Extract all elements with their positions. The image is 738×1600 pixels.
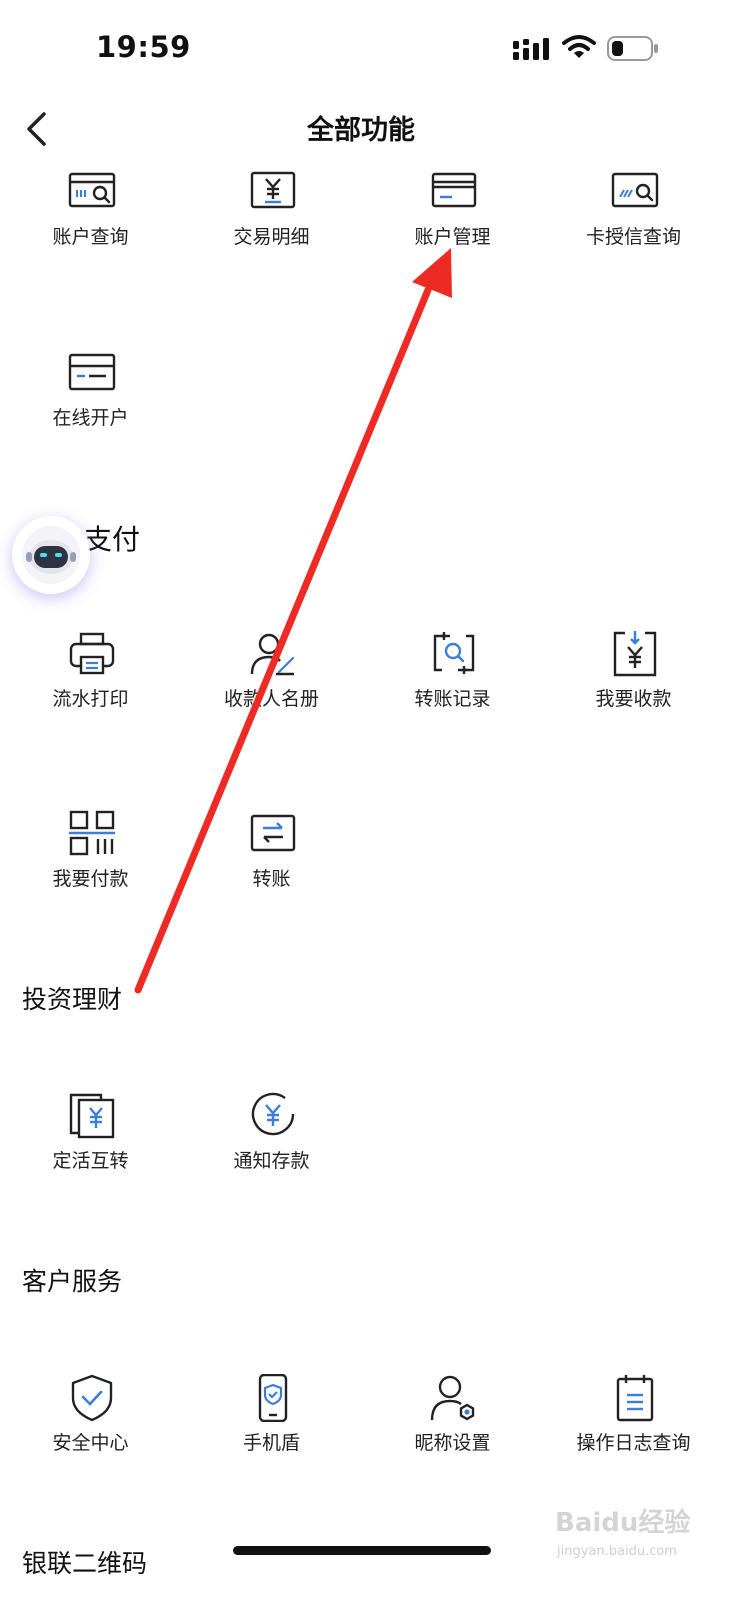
receive-money-icon (613, 631, 657, 677)
open-account-item[interactable]: 在线开户 (0, 349, 181, 459)
statement-print-item[interactable]: 流水打印 (0, 630, 181, 740)
nickname-settings-label: 昵称设置 (414, 1432, 491, 1454)
fixed-current-transfer-icon (69, 1093, 115, 1139)
page-title: 全部功能 (307, 115, 415, 146)
phone-shield-icon (258, 1374, 288, 1422)
card-credit-query-icon (611, 172, 659, 208)
transfer-record-item[interactable]: 转账记录 (362, 630, 543, 740)
security-center-label: 安全中心 (52, 1432, 129, 1454)
account-query-icon (68, 172, 116, 208)
section-title-invest: 投资理财 (22, 985, 123, 1014)
transfer-record-icon (433, 632, 475, 674)
watermark: Baidu经验 jingyan.baidu.com (555, 1500, 725, 1570)
payee-list-icon (250, 633, 295, 676)
section-title-unionpay: 银联二维码 (22, 1549, 148, 1578)
fixed-current-transfer-item[interactable]: 定活互转 (0, 1092, 181, 1202)
receive-money-label: 我要收款 (595, 688, 672, 710)
transfer-item[interactable]: 转账 (181, 810, 362, 920)
account-query-item[interactable]: 账户查询 (0, 168, 181, 278)
security-center-item[interactable]: 安全中心 (0, 1374, 181, 1484)
watermark-main: Baidu经验 (555, 1508, 691, 1538)
operation-log-label: 操作日志查询 (576, 1432, 691, 1454)
receive-money-item[interactable]: 我要收款 (543, 630, 724, 740)
nav-bar: 全部功能 (0, 96, 738, 160)
phone-shield-label: 手机盾 (242, 1432, 300, 1454)
transaction-detail-item[interactable]: 交易明细 (181, 168, 362, 278)
operation-log-item[interactable]: 操作日志查询 (543, 1374, 724, 1484)
card-credit-query-item[interactable]: 卡授信查询 (543, 168, 724, 278)
robot-assistant-icon (22, 526, 80, 584)
account-manage-item[interactable]: 账户管理 (362, 168, 543, 278)
home-indicator[interactable] (233, 1546, 491, 1555)
nickname-settings-item[interactable]: 昵称设置 (362, 1374, 543, 1484)
transfer-label: 转账 (252, 868, 291, 890)
payee-list-item[interactable]: 收款人名册 (181, 630, 362, 740)
printer-icon (69, 632, 115, 675)
shield-icon (71, 1374, 113, 1422)
status-time: 19:59 (96, 30, 191, 64)
transfer-icon (250, 814, 296, 852)
transaction-detail-icon (250, 171, 296, 209)
section-title-payment: 支付 (84, 523, 141, 556)
pay-code-icon (69, 810, 115, 856)
pay-code-label: 我要付款 (52, 868, 129, 890)
nickname-settings-icon (430, 1375, 475, 1421)
notice-deposit-icon (251, 1092, 295, 1136)
open-account-label: 在线开户 (52, 407, 129, 429)
operation-log-icon (616, 1375, 654, 1422)
fixed-current-transfer-label: 定活互转 (52, 1150, 129, 1172)
assistant-button[interactable] (12, 516, 90, 594)
statement-print-label: 流水打印 (52, 688, 129, 710)
account-query-label: 账户查询 (52, 226, 129, 248)
wifi-icon (562, 35, 596, 58)
phone-shield-item[interactable]: 手机盾 (181, 1374, 362, 1484)
card-credit-query-label: 卡授信查询 (585, 226, 681, 248)
transaction-detail-label: 交易明细 (233, 226, 310, 248)
transfer-record-label: 转账记录 (414, 688, 491, 710)
notice-deposit-item[interactable]: 通知存款 (181, 1092, 362, 1202)
payee-list-label: 收款人名册 (223, 688, 319, 710)
status-bar: 19:59 (0, 0, 738, 96)
notice-deposit-label: 通知存款 (233, 1150, 310, 1172)
account-manage-icon (431, 172, 477, 208)
section-title-service: 客户服务 (22, 1267, 123, 1296)
pay-code-item[interactable]: 我要付款 (0, 810, 181, 920)
account-manage-label: 账户管理 (414, 226, 491, 248)
open-account-icon (68, 353, 116, 391)
watermark-sub: jingyan.baidu.com (557, 1544, 677, 1559)
signal-icon (513, 38, 549, 60)
battery-icon (607, 36, 658, 61)
